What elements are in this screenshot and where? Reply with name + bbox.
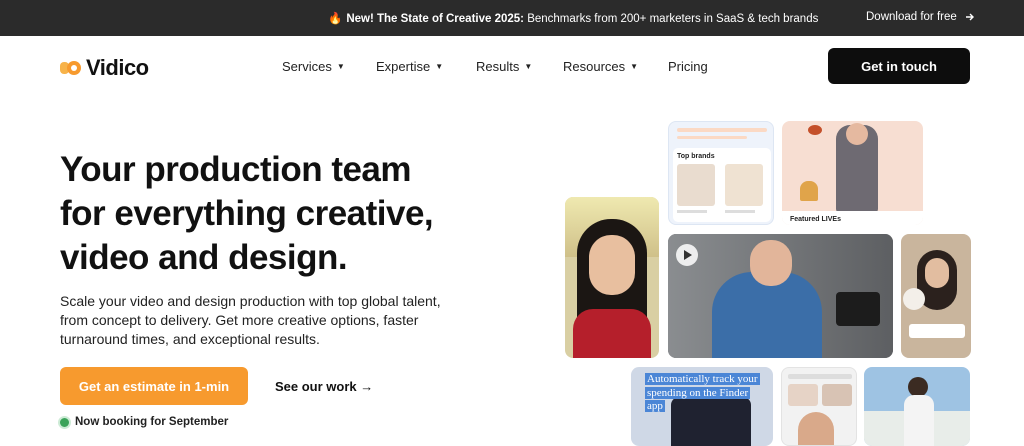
nav-item-resources[interactable]: Resources ▼: [563, 59, 638, 74]
caret-down-icon: ▼: [435, 62, 444, 71]
featured-lives-label: Featured LIVEs: [790, 216, 841, 223]
caret-down-icon: ▼: [336, 62, 345, 71]
hero-subtitle: Scale your video and design production w…: [60, 293, 441, 347]
finder-caption: Automatically track your spending on the…: [645, 373, 760, 412]
vidico-logo-icon: [60, 61, 81, 75]
get-in-touch-button[interactable]: Get in touch: [828, 48, 970, 84]
studio-video-card[interactable]: [668, 234, 893, 358]
logo[interactable]: Vidico: [60, 55, 149, 81]
status-dot-icon: [60, 417, 69, 427]
banner-prefix: New! The State of Creative 2025:: [346, 13, 524, 25]
nav-item-services[interactable]: Services ▼: [282, 59, 345, 74]
nav-item-results[interactable]: Results ▼: [476, 59, 532, 74]
booking-text: Now booking for September: [75, 416, 229, 428]
heading-line: for everything creative,: [60, 194, 434, 233]
see-our-work-link[interactable]: See our work →: [275, 379, 373, 394]
announcement-banner: 🔥 New! The State of Creative 2025: Benchm…: [0, 0, 1024, 36]
download-link[interactable]: Download for free: [866, 11, 975, 23]
finder-app-card[interactable]: Automatically track your spending on the…: [631, 367, 773, 446]
heading-line: video and design.: [60, 238, 348, 277]
tiktok-video-card[interactable]: [901, 234, 971, 358]
heading-line: Your production team: [60, 150, 412, 189]
banner-message[interactable]: 🔥 New! The State of Creative 2025: Benchm…: [328, 11, 818, 25]
nav-label: Resources: [563, 59, 626, 74]
creator-video-card[interactable]: [565, 197, 659, 358]
phone-app-card[interactable]: [781, 367, 857, 446]
seaside-video-card[interactable]: [864, 367, 970, 446]
nav-label: Services: [282, 59, 332, 74]
caret-down-icon: ▼: [630, 62, 639, 71]
featured-lives-card: Featured LIVEs: [782, 121, 923, 225]
nav-label: Pricing: [668, 59, 708, 74]
logo-text: Vidico: [86, 55, 149, 80]
download-label: Download for free: [866, 11, 957, 23]
arrow-right-icon: [965, 13, 974, 21]
banner-text: Benchmarks from 200+ marketers in SaaS &…: [524, 13, 819, 25]
hero-heading: Your production team for everything crea…: [60, 148, 500, 280]
top-brands-card: Top brands: [668, 121, 774, 225]
get-estimate-button[interactable]: Get an estimate in 1-min: [60, 367, 248, 405]
booking-status: Now booking for September: [60, 416, 228, 428]
nav-label: Results: [476, 59, 520, 74]
fire-icon: 🔥: [328, 13, 343, 25]
caret-down-icon: ▼: [524, 62, 533, 71]
nav-item-expertise[interactable]: Expertise ▼: [376, 59, 443, 74]
play-icon[interactable]: [676, 244, 698, 266]
nav-item-pricing[interactable]: Pricing: [668, 59, 708, 74]
nav-label: Expertise: [376, 59, 431, 74]
top-brands-label: Top brands: [677, 153, 715, 160]
